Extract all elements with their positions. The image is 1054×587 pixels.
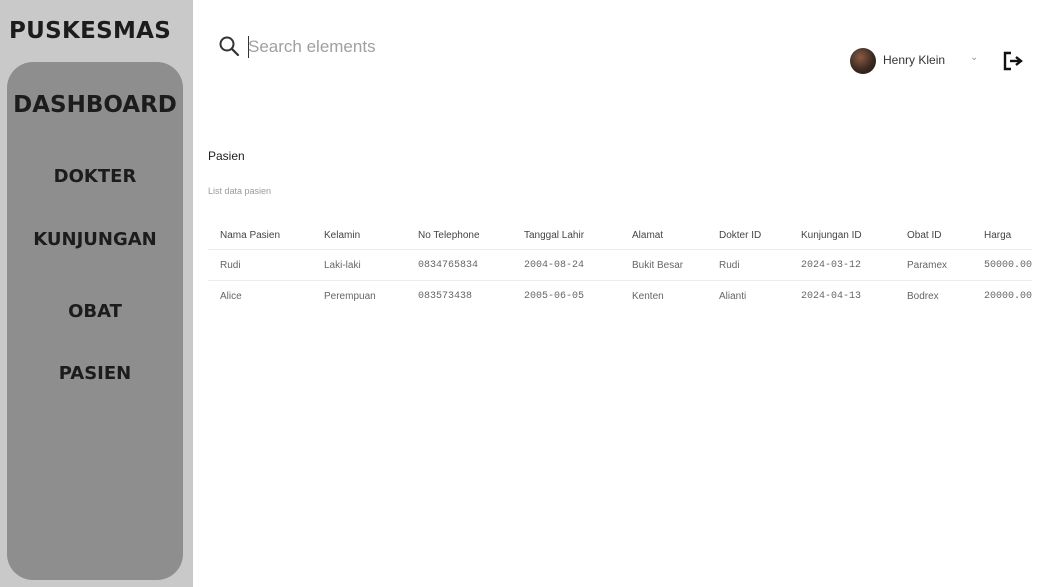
table-cell: Bukit Besar (620, 249, 707, 281)
user-name: Henry Klein (883, 53, 946, 67)
table-cell: Kenten (620, 280, 707, 311)
avatar (850, 48, 876, 74)
search-icon[interactable] (218, 35, 240, 57)
page-subtitle: List data pasien (208, 186, 272, 196)
text-caret (248, 36, 249, 58)
patients-table: Nama Pasien Kelamin No Telephone Tanggal… (208, 221, 1033, 311)
column-header[interactable]: Nama Pasien (208, 221, 312, 250)
table-cell: 2024-03-12 (789, 249, 895, 281)
column-header[interactable]: No Telephone (406, 221, 512, 250)
table-cell: Paramex (895, 249, 972, 281)
logout-icon[interactable] (1002, 50, 1024, 72)
sidebar-item-pasien[interactable]: PASIEN (7, 363, 183, 384)
search-input[interactable] (248, 34, 548, 60)
sidebar-item-kunjungan[interactable]: KUNJUNGAN (7, 229, 183, 250)
column-header[interactable]: Harga (972, 221, 1032, 250)
table-cell: Rudi (707, 249, 789, 281)
column-header[interactable]: Alamat (620, 221, 707, 250)
table-cell: Laki-laki (312, 249, 406, 281)
column-header[interactable]: Kunjungan ID (789, 221, 895, 250)
table-cell: Bodrex (895, 280, 972, 311)
column-header[interactable]: Dokter ID (707, 221, 789, 250)
sidebar-item-obat[interactable]: OBAT (7, 301, 183, 322)
sidebar-item-dokter[interactable]: DOKTER (7, 166, 183, 187)
column-header[interactable]: Kelamin (312, 221, 406, 250)
table-row[interactable]: Alice Perempuan 083573438 2005-06-05 Ken… (208, 280, 1033, 311)
sidebar-item-dashboard[interactable]: DASHBOARD (7, 92, 183, 118)
table-cell: 2024-04-13 (789, 280, 895, 311)
table-cell: 2004-08-24 (512, 249, 620, 281)
page-title: Pasien (208, 149, 245, 163)
table-cell: 083573438 (406, 280, 512, 311)
table-cell: Rudi (208, 249, 312, 281)
column-header[interactable]: Tanggal Lahir (512, 221, 620, 250)
table-cell: 0834765834 (406, 249, 512, 281)
table-cell: 20000.00 (972, 280, 1033, 311)
table-cell: Alice (208, 280, 312, 311)
table-cell: 50000.00 (972, 249, 1033, 281)
column-header[interactable]: Obat ID (895, 221, 972, 250)
app-brand: PUSKESMAS (9, 18, 172, 44)
chevron-down-icon[interactable]: ⌄ (970, 52, 978, 63)
table-cell: Alianti (707, 280, 789, 311)
table-row[interactable]: Rudi Laki-laki 0834765834 2004-08-24 Buk… (208, 249, 1033, 281)
table-cell: 2005-06-05 (512, 280, 620, 311)
table-header-row: Nama Pasien Kelamin No Telephone Tanggal… (208, 221, 1032, 250)
table-cell: Perempuan (312, 280, 406, 311)
sidebar-nav: DASHBOARD DOKTER KUNJUNGAN OBAT PASIEN (7, 62, 183, 580)
